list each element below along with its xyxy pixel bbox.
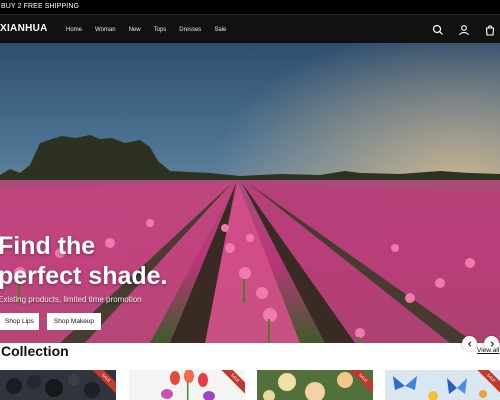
nav-new[interactable]: New [129,27,141,33]
hero-title: Find the perfect shade. [0,231,168,291]
nav-sale[interactable]: Sale [214,27,226,33]
collection-card[interactable]: SALE [0,370,116,400]
hero-banner: Find the perfect shade. Existing product… [0,43,500,343]
hero-title-line1: Find the [0,232,96,260]
account-icon[interactable] [454,20,474,40]
main-nav: Home Woman New Tops Dresses Sale [66,15,239,44]
hero-buttons: Shop Lips Shop Makeup [0,313,109,330]
nav-tops[interactable]: Tops [154,27,167,33]
cart-icon[interactable] [480,20,500,40]
view-all-link[interactable]: View all [477,347,499,354]
shop-lips-button[interactable]: Shop Lips [0,313,39,330]
hero-title-line2: perfect shade. [0,262,168,290]
collection-card[interactable]: SALE [385,370,500,400]
nav-home[interactable]: Home [66,27,82,33]
collection-card[interactable]: SALE [129,370,245,400]
nav-dresses[interactable]: Dresses [179,27,201,33]
announcement-bar: BUY 2 FREE SHIPPING [0,0,500,14]
header-icons [422,15,500,44]
collection-title: Collection [1,343,69,359]
search-icon[interactable] [428,20,448,40]
announcement-text: BUY 2 FREE SHIPPING [1,3,80,10]
nav-woman[interactable]: Woman [95,27,116,33]
site-header: XIANHUA Home Woman New Tops Dresses Sale [0,14,500,43]
chevron-left-icon[interactable] [462,336,477,351]
collection-cards: SALE SALE SALE SALE [0,370,500,400]
shop-makeup-button[interactable]: Shop Makeup [46,313,102,330]
collection-card[interactable]: SALE [257,370,373,400]
logo[interactable]: XIANHUA [0,23,48,34]
hero-subtitle: Existing products, limited time promotio… [0,295,142,304]
